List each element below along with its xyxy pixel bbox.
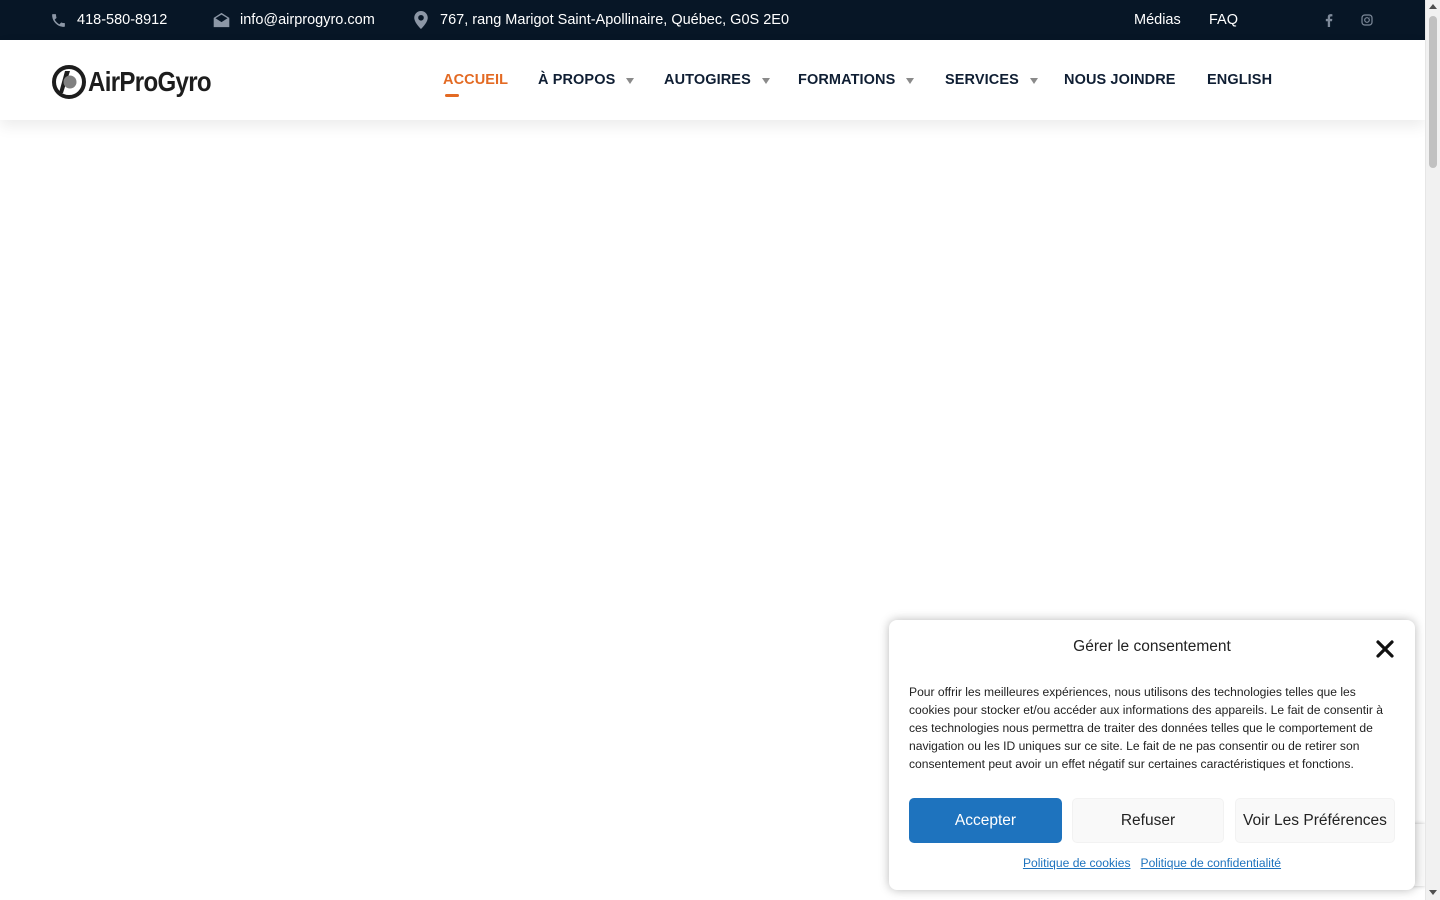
- consent-description: Pour offrir les meilleures expériences, …: [909, 685, 1383, 771]
- caret-down-icon: [626, 77, 635, 84]
- active-nav-indicator: [445, 94, 459, 97]
- view-preferences-button[interactable]: Voir Les Préférences: [1235, 798, 1395, 843]
- faq-link[interactable]: FAQ: [1209, 0, 1238, 40]
- instagram-link[interactable]: [1361, 0, 1373, 40]
- address-contact[interactable]: 767, rang Marigot Saint-Apollinaire, Qué…: [414, 0, 789, 40]
- nav-accueil[interactable]: ACCUEIL: [443, 40, 508, 120]
- caret-down-icon: [906, 77, 915, 84]
- site-logo[interactable]: AirProGyro: [52, 65, 231, 99]
- medias-link[interactable]: Médias: [1134, 0, 1181, 40]
- top-info-bar: 418-580-8912 info@airprogyro.com 767, ra…: [0, 0, 1425, 40]
- logo-text: AirProGyro: [88, 66, 212, 97]
- scroll-down-arrow-icon[interactable]: [1429, 890, 1437, 895]
- cookie-consent-dialog: Gérer le consentement Pour offrir les me…: [889, 620, 1415, 890]
- privacy-policy-link[interactable]: Politique de confidentialité: [1141, 856, 1282, 870]
- close-consent-button[interactable]: [1375, 639, 1395, 659]
- nav-autogires[interactable]: AUTOGIRES: [664, 40, 770, 120]
- nav-a-propos[interactable]: À PROPOS: [538, 40, 635, 120]
- street-address: 767, rang Marigot Saint-Apollinaire, Qué…: [440, 12, 790, 28]
- nav-a-propos-label: À PROPOS: [538, 72, 616, 88]
- nav-english-label: ENGLISH: [1207, 72, 1273, 88]
- phone-icon: [52, 13, 65, 27]
- consent-policy-links: Politique de cookies Politique de confid…: [889, 856, 1415, 870]
- map-pin-icon: [414, 11, 428, 29]
- nav-formations-label: FORMATIONS: [798, 72, 896, 88]
- facebook-icon: [1325, 13, 1333, 27]
- nav-formations[interactable]: FORMATIONS: [798, 40, 915, 120]
- cookie-policy-link[interactable]: Politique de cookies: [1023, 856, 1131, 870]
- nav-english[interactable]: ENGLISH: [1207, 40, 1272, 120]
- phone-number: 418-580-8912: [77, 12, 168, 28]
- email-address: info@airprogyro.com: [240, 12, 375, 28]
- caret-down-icon: [761, 77, 770, 84]
- nav-nous-joindre-label: NOUS JOINDRE: [1064, 72, 1176, 88]
- site-header: AirProGyro ACCUEIL À PROPOS AUTOGIRES FO…: [0, 40, 1425, 120]
- medias-link-label: Médias: [1134, 12, 1181, 28]
- nav-accueil-label: ACCUEIL: [443, 72, 509, 88]
- consent-title: Gérer le consentement: [1073, 638, 1231, 655]
- caret-down-icon: [1029, 77, 1038, 84]
- email-contact[interactable]: info@airprogyro.com: [213, 0, 375, 40]
- instagram-icon: [1361, 14, 1373, 26]
- nav-nous-joindre[interactable]: NOUS JOINDRE: [1064, 40, 1176, 120]
- deny-button[interactable]: Refuser: [1072, 798, 1224, 843]
- phone-contact[interactable]: 418-580-8912: [50, 0, 167, 40]
- page-scrollbar[interactable]: [1425, 0, 1440, 900]
- facebook-link[interactable]: [1325, 0, 1333, 40]
- scrollbar-thumb[interactable]: [1429, 16, 1437, 168]
- nav-autogires-label: AUTOGIRES: [664, 72, 751, 88]
- close-icon: [1376, 640, 1394, 658]
- gyro-logo-icon: [52, 65, 86, 99]
- nav-services-label: SERVICES: [945, 72, 1019, 88]
- scroll-up-arrow-icon[interactable]: [1429, 4, 1437, 9]
- nav-services[interactable]: SERVICES: [945, 40, 1038, 120]
- faq-link-label: FAQ: [1209, 12, 1239, 28]
- envelope-open-icon: [213, 12, 230, 28]
- accept-button[interactable]: Accepter: [909, 798, 1062, 843]
